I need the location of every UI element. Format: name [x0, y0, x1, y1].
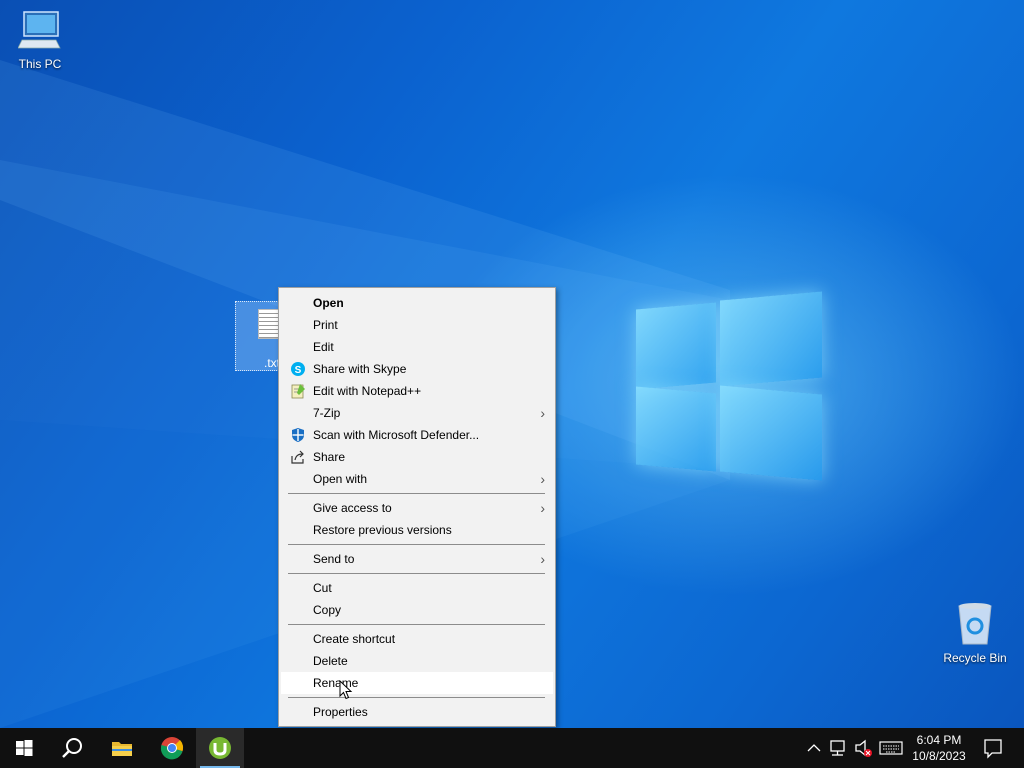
menu-item-give-access-to[interactable]: Give access to ›	[281, 497, 553, 519]
menu-item-label: Restore previous versions	[313, 523, 452, 537]
menu-item-edit[interactable]: Edit	[281, 336, 553, 358]
menu-item-label: Create shortcut	[313, 632, 396, 646]
menu-item-label: Edit with Notepad++	[313, 384, 422, 398]
notepad-plus-plus-icon	[291, 384, 305, 399]
this-pc-desktop-icon[interactable]: This PC	[12, 10, 68, 71]
mouse-cursor-icon	[339, 680, 353, 700]
selected-text-file-icon[interactable]: .txt	[235, 301, 281, 371]
utorrent-taskbar-button[interactable]	[196, 728, 244, 768]
menu-item-restore-previous-versions[interactable]: Restore previous versions	[281, 519, 553, 541]
notification-icon	[984, 739, 1002, 759]
share-icon	[291, 450, 304, 464]
menu-item-edit-with-notepad-plus-plus[interactable]: Edit with Notepad++	[281, 380, 553, 402]
menu-item-7-zip[interactable]: 7-Zip ›	[281, 402, 553, 424]
show-hidden-icons-button[interactable]	[804, 728, 824, 768]
menu-item-label: Open with	[313, 472, 368, 486]
touch-keyboard-button[interactable]	[878, 728, 904, 768]
menu-item-label: Scan with Microsoft Defender...	[313, 428, 480, 442]
chevron-right-icon: ›	[540, 471, 545, 487]
menu-item-print[interactable]: Print	[281, 314, 553, 336]
menu-item-share-with-skype[interactable]: S Share with Skype	[281, 358, 553, 380]
search-button[interactable]	[48, 728, 96, 768]
menu-item-open-with[interactable]: Open with ›	[281, 468, 553, 490]
recycle-bin-label: Recycle Bin	[943, 651, 1007, 665]
svg-text:S: S	[295, 365, 302, 376]
taskbar-clock[interactable]: 6:04 PM 10/8/2023	[906, 732, 972, 764]
menu-item-open[interactable]: Open	[281, 292, 553, 314]
search-icon	[62, 738, 82, 758]
chevron-right-icon: ›	[540, 551, 545, 567]
clock-date: 10/8/2023	[912, 749, 966, 763]
defender-shield-icon	[292, 428, 304, 442]
menu-item-properties[interactable]: Properties	[281, 701, 553, 723]
menu-item-send-to[interactable]: Send to ›	[281, 548, 553, 570]
menu-item-create-shortcut[interactable]: Create shortcut	[281, 628, 553, 650]
chevron-up-icon	[807, 744, 821, 752]
chrome-taskbar-button[interactable]	[148, 728, 196, 768]
menu-item-delete[interactable]: Delete	[281, 650, 553, 672]
chrome-icon	[160, 737, 184, 760]
start-button[interactable]	[0, 728, 48, 768]
computer-icon	[17, 11, 61, 49]
file-context-menu: Open Print Edit S Share with Skype Edit …	[278, 287, 556, 727]
menu-item-label: Delete	[313, 654, 348, 668]
menu-item-cut[interactable]: Cut	[281, 577, 553, 599]
menu-separator	[288, 624, 545, 625]
menu-item-share[interactable]: Share	[281, 446, 553, 468]
menu-item-label: Copy	[313, 603, 342, 617]
windows-start-icon	[16, 740, 33, 756]
network-icon	[830, 740, 845, 756]
menu-item-label: 7-Zip	[313, 406, 341, 420]
folder-icon	[112, 742, 132, 756]
file-explorer-taskbar-button[interactable]	[98, 728, 146, 768]
menu-separator	[288, 493, 545, 494]
text-document-icon	[258, 309, 280, 339]
recycle-bin-desktop-icon[interactable]: Recycle Bin	[940, 602, 1010, 665]
volume-tray-button[interactable]	[852, 728, 876, 768]
menu-item-copy[interactable]: Copy	[281, 599, 553, 621]
menu-item-label: Send to	[313, 552, 355, 566]
menu-separator	[288, 697, 545, 698]
taskbar: 6:04 PM 10/8/2023	[0, 728, 1024, 768]
menu-item-label: Edit	[313, 340, 334, 354]
keyboard-icon	[879, 741, 903, 755]
menu-separator	[288, 544, 545, 545]
menu-item-label: Print	[313, 318, 338, 332]
menu-item-label: Give access to	[313, 501, 392, 515]
menu-item-label: Share with Skype	[313, 362, 407, 376]
menu-item-label: Share	[313, 450, 346, 464]
chevron-right-icon: ›	[540, 405, 545, 421]
menu-item-label: Properties	[313, 705, 368, 719]
utorrent-icon	[209, 737, 231, 759]
this-pc-label: This PC	[18, 57, 62, 71]
skype-icon: S	[291, 362, 305, 376]
clock-time: 6:04 PM	[916, 733, 962, 747]
network-tray-button[interactable]	[826, 728, 850, 768]
chevron-right-icon: ›	[540, 500, 545, 516]
menu-separator	[288, 573, 545, 574]
recycle-bin-icon	[958, 603, 992, 645]
menu-item-label: Open	[313, 296, 344, 310]
volume-muted-icon	[855, 739, 872, 757]
action-center-button[interactable]	[978, 728, 1008, 768]
windows-wallpaper-logo	[636, 290, 824, 481]
menu-item-label: Cut	[313, 581, 332, 595]
menu-item-scan-with-defender[interactable]: Scan with Microsoft Defender...	[281, 424, 553, 446]
menu-item-rename[interactable]: Rename	[281, 672, 553, 694]
